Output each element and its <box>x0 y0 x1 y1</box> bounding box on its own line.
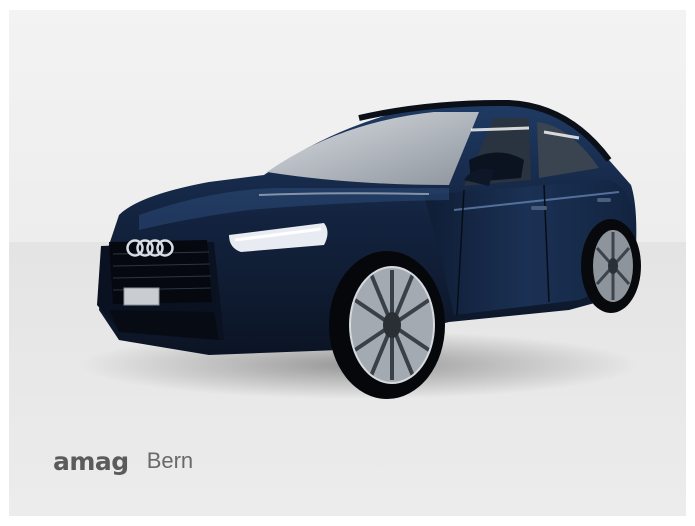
dealer-logo: amag <box>53 446 129 476</box>
dealer-location: Bern <box>146 448 194 473</box>
car-photo <box>79 99 641 399</box>
listing-card[interactable]: amag Bern <box>9 10 686 516</box>
dealer-branding: amag Bern <box>53 444 193 478</box>
